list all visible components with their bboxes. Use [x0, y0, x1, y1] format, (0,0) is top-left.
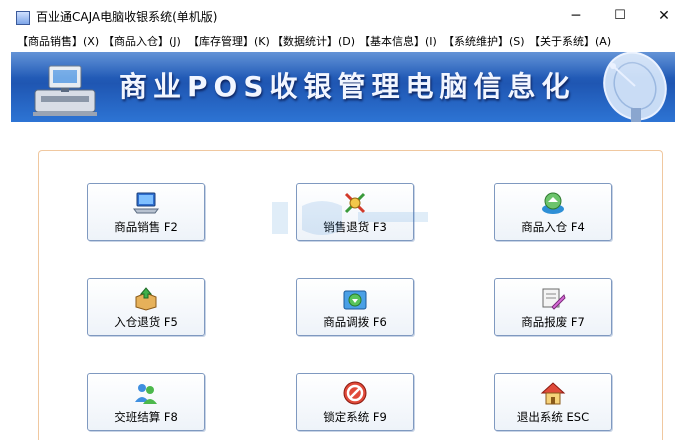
stock-return-button[interactable]: 入仓退货 F5 — [87, 278, 205, 336]
menu-item-stock-in[interactable]: 【商品入仓】(J) — [103, 35, 181, 49]
transfer-button-label: 商品调拨 F6 — [323, 315, 387, 329]
exit-system-button-label: 退出系统 ESC — [516, 410, 590, 424]
sales-return-button[interactable]: 销售退货 F3 — [296, 183, 414, 241]
exit-system-button[interactable]: 退出系统 ESC — [494, 373, 612, 431]
shift-settle-button-label: 交班结算 F8 — [114, 410, 178, 424]
app-icon — [16, 11, 30, 25]
transfer-icon — [343, 290, 367, 310]
close-button[interactable]: ✕ — [642, 0, 686, 32]
menu-item-about[interactable]: 【关于系统】(A) — [529, 35, 611, 49]
users-icon — [135, 384, 157, 404]
sales-return-button-label: 销售退货 F3 — [323, 220, 387, 234]
menu-item-maintenance[interactable]: 【系统维护】(S) — [443, 35, 525, 49]
satellite-dish-icon — [603, 52, 667, 122]
banner-title: 商业POS收银管理电脑信息化 — [119, 70, 576, 103]
sales-button-label: 商品销售 F2 — [114, 220, 178, 234]
stock-in-button-label: 商品入仓 F4 — [521, 220, 585, 234]
laptop-icon — [133, 192, 159, 214]
window-title: 百业通CAJA电脑收银系统(单机版) — [36, 10, 218, 24]
menu-item-statistics[interactable]: 【数据统计】(D) — [272, 35, 355, 49]
scrap-button-label: 商品报废 F7 — [521, 315, 585, 329]
box-return-icon — [135, 287, 157, 311]
warehouse-in-icon — [542, 192, 564, 214]
lock-icon — [343, 381, 367, 405]
menu-bar: 【商品销售】(X) 【商品入仓】(J) 【库存管理】(K) 【数据统计】(D) … — [0, 32, 686, 52]
sales-button[interactable]: 商品销售 F2 — [87, 183, 205, 241]
lock-system-button-label: 锁定系统 F9 — [323, 410, 387, 424]
minimize-button[interactable]: ─ — [554, 0, 598, 32]
lock-system-button[interactable]: 锁定系统 F9 — [296, 373, 414, 431]
scrap-button[interactable]: 商品报废 F7 — [494, 278, 612, 336]
return-icon — [344, 192, 366, 214]
stock-return-button-label: 入仓退货 F5 — [114, 315, 178, 329]
header-banner: 商业POS收银管理电脑信息化 — [11, 52, 675, 122]
home-exit-icon — [540, 382, 566, 405]
shift-settle-button[interactable]: 交班结算 F8 — [87, 373, 205, 431]
stock-in-button[interactable]: 商品入仓 F4 — [494, 183, 612, 241]
menu-item-sales[interactable]: 【商品销售】(X) — [17, 35, 99, 49]
scrap-icon — [542, 288, 566, 310]
pos-register-icon — [33, 65, 97, 116]
title-bar: 百业通CAJA电脑收银系统(单机版) ─ ☐ ✕ — [0, 0, 686, 32]
menu-item-basic-info[interactable]: 【基本信息】(I) — [359, 35, 437, 49]
menu-item-inventory[interactable]: 【库存管理】(K) — [188, 35, 270, 49]
transfer-button[interactable]: 商品调拨 F6 — [296, 278, 414, 336]
maximize-button[interactable]: ☐ — [598, 0, 642, 32]
